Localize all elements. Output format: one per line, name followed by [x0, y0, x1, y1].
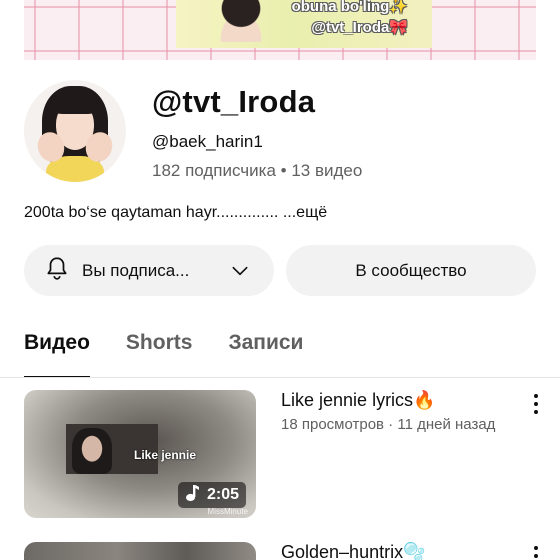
tabs-divider [0, 377, 560, 378]
thumbnail-person [72, 428, 112, 474]
subscribed-button[interactable]: Вы подписа... [24, 245, 274, 296]
avatar-bangs [54, 96, 96, 114]
video-title[interactable]: Golden–huntrix🫧 [281, 542, 426, 560]
tab-videos[interactable]: Видео [24, 328, 90, 378]
banner-image: obuna bo'ling✨ @tvt_Iroda🎀 [176, 0, 432, 48]
channel-description[interactable]: 200ta bo‘se qaytaman hayr.............. … [24, 204, 327, 222]
more-vert-icon[interactable] [528, 392, 544, 416]
chevron-down-icon [230, 261, 250, 286]
thumbnail-watermark: MissMinute [207, 507, 248, 516]
channel-avatar[interactable] [24, 80, 126, 182]
community-button[interactable]: В сообщество [286, 245, 536, 296]
banner-figure [206, 0, 276, 42]
tab-posts-label: Записи [228, 331, 304, 354]
description-more-link[interactable]: ...ещё [283, 204, 327, 221]
video-thumbnail[interactable] [24, 542, 256, 560]
duration-badge: 2:05 [177, 482, 246, 508]
banner-text-line2: @tvt_Iroda🎀 [311, 19, 408, 36]
video-thumbnail[interactable]: Like jennie MissMinute 2:05 [24, 390, 256, 518]
subscribed-label: Вы подписа... [82, 260, 190, 280]
banner-text-line1: obuna bo'ling✨ [291, 0, 408, 15]
bell-icon [44, 255, 70, 286]
tab-shorts-label: Shorts [125, 331, 193, 354]
description-text: 200ta bo‘se qaytaman hayr.............. [24, 204, 279, 221]
video-meta: 18 просмотров · 11 дней назад [281, 416, 496, 433]
duration-text: 2:05 [206, 486, 239, 503]
channel-stats: 182 подписчика • 13 видео [152, 161, 363, 180]
video-title[interactable]: Like jennie lyrics🔥 [281, 390, 435, 411]
thumbnail-caption: Like jennie [134, 448, 197, 462]
channel-handle: @baek_harin1 [152, 132, 263, 151]
channel-tabs: Видео Shorts Записи [24, 328, 339, 378]
channel-title: @tvt_Iroda [152, 84, 316, 119]
community-label: В сообщество [355, 260, 467, 280]
music-note-icon [185, 484, 199, 507]
tab-posts[interactable]: Записи [228, 328, 303, 378]
tab-shorts[interactable]: Shorts [126, 328, 193, 378]
tab-videos-label: Видео [24, 331, 90, 354]
channel-banner: obuna bo'ling✨ @tvt_Iroda🎀 [24, 0, 536, 60]
more-vert-icon[interactable] [528, 544, 544, 560]
